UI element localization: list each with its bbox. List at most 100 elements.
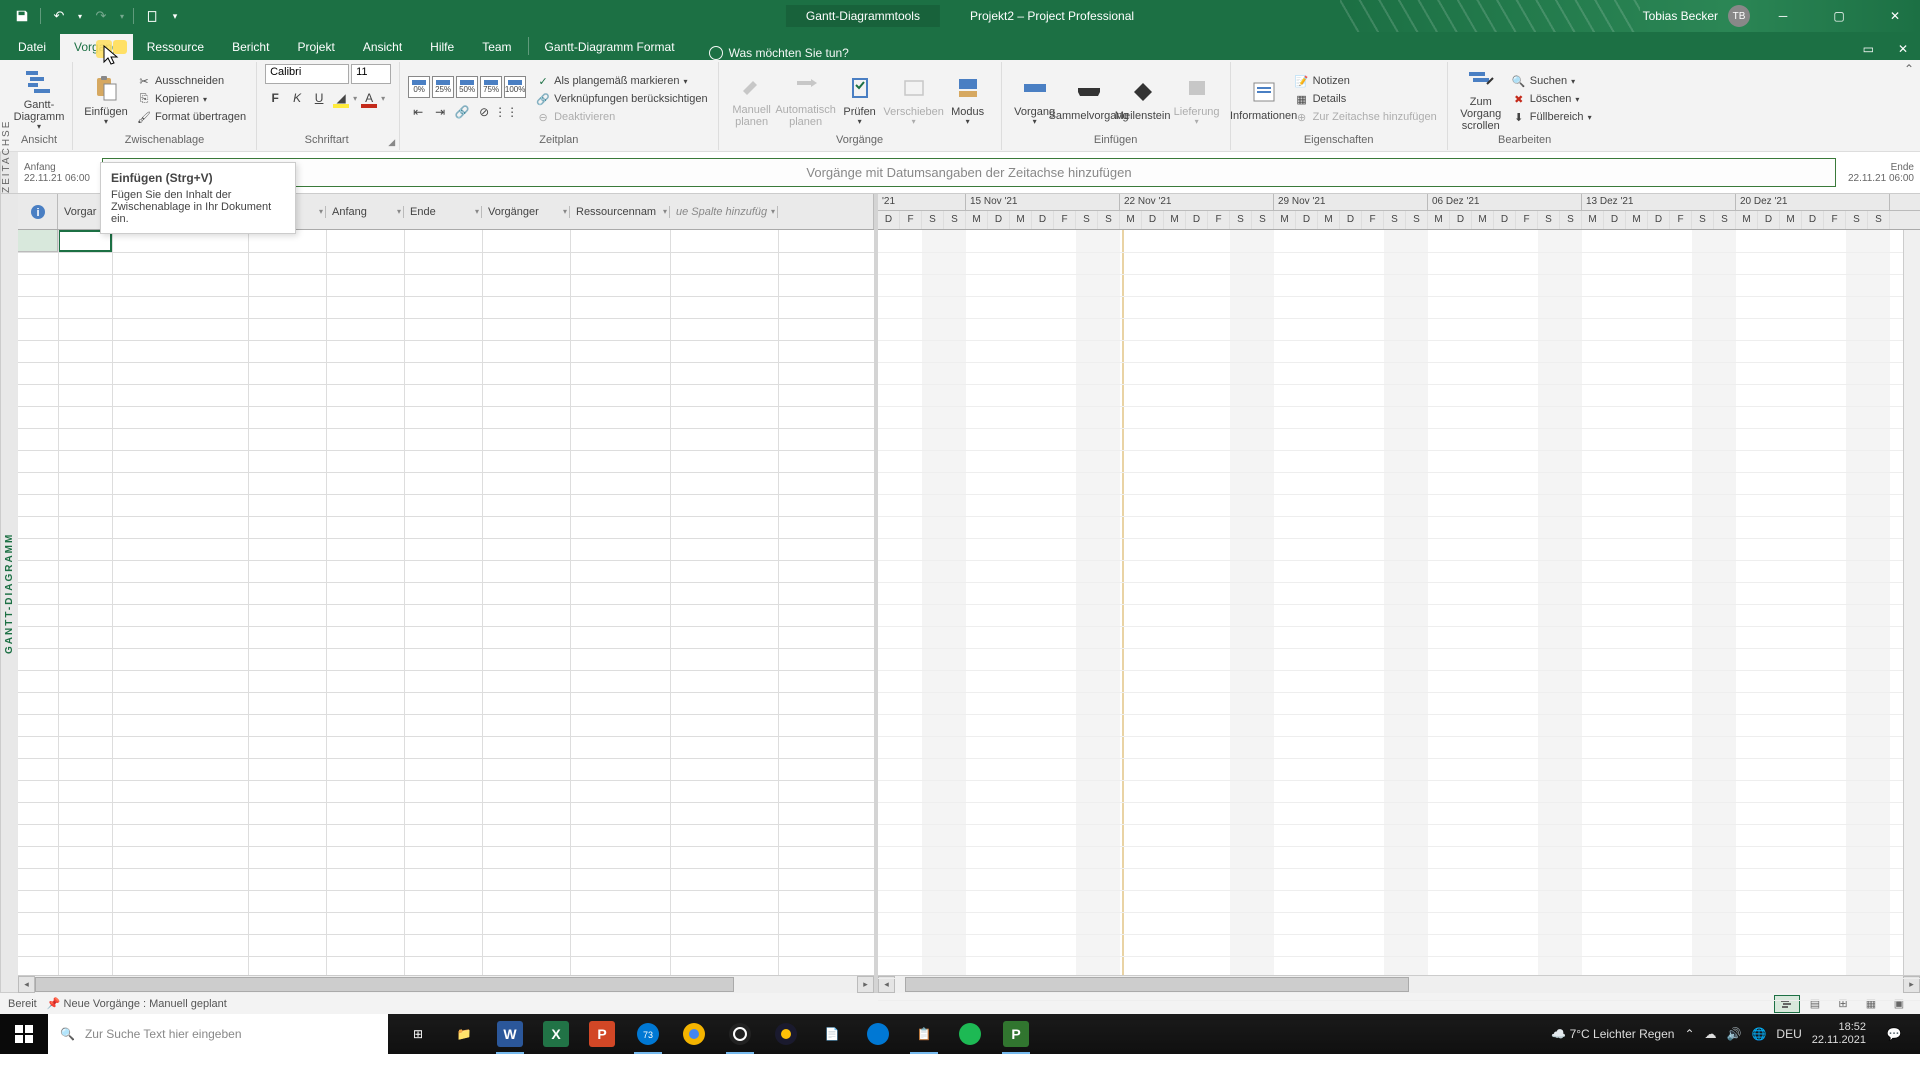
column-header[interactable]: ue Spalte hinzufüg▾ [670, 206, 778, 218]
column-header[interactable]: Anfang▾ [326, 206, 404, 218]
italic-button[interactable]: K [287, 88, 307, 108]
view-team-planner[interactable]: ⊞ [1830, 995, 1856, 1013]
undo-button[interactable]: ↶ [47, 4, 71, 28]
window-close[interactable]: ✕ [1890, 38, 1916, 60]
tell-me-search[interactable]: Was möchten Sie tun? [709, 46, 849, 60]
column-header[interactable]: Ressourcennam▾ [570, 206, 670, 218]
tray-volume[interactable]: 🔊 [1727, 1027, 1742, 1041]
tab-hilfe[interactable]: Hilfe [416, 34, 468, 60]
font-color-button[interactable]: A [359, 88, 379, 108]
indent-button[interactable]: ⇥ [430, 102, 450, 122]
zeitachse-button[interactable]: ⊕Zur Zeitachse hinzufügen [1293, 109, 1439, 125]
user-avatar[interactable]: TB [1728, 5, 1750, 27]
pct-0[interactable]: 0% [408, 76, 430, 98]
sammelvorgang-button[interactable]: Sammelvorgang [1064, 66, 1114, 132]
format-uebertragen-button[interactable]: 🖌Format übertragen [135, 109, 248, 125]
ausschneiden-button[interactable]: ✂Ausschneiden [135, 73, 248, 89]
timeline-tab[interactable]: ZEITACHSE [0, 152, 18, 193]
verknuepfungen-button[interactable]: 🔗Verknüpfungen berücksichtigen [534, 91, 710, 107]
scroll-right[interactable]: ▸ [857, 976, 874, 993]
manuell-planen-button[interactable]: Manuell planen [727, 66, 777, 132]
link-button[interactable]: 🔗 [452, 102, 472, 122]
gantt-vertical-scrollbar[interactable] [1903, 230, 1920, 975]
fuellbereich-button[interactable]: ⬇Füllbereich ▾ [1510, 109, 1594, 125]
undo-dropdown[interactable]: ▾ [75, 4, 85, 28]
column-header[interactable]: Ende▾ [404, 206, 482, 218]
notepad-app[interactable]: 📋 [902, 1014, 946, 1054]
pct-100[interactable]: 100% [504, 76, 526, 98]
pct-50[interactable]: 50% [456, 76, 478, 98]
tab-gantt-format[interactable]: Gantt-Diagramm Format [531, 34, 689, 60]
tab-projekt[interactable]: Projekt [283, 34, 348, 60]
gantt-body[interactable] [878, 230, 1920, 975]
row-selector[interactable] [18, 230, 58, 252]
unlink-button[interactable]: ⊘ [474, 102, 494, 122]
redo-dropdown[interactable]: ▾ [117, 4, 127, 28]
view-gantt[interactable] [1774, 995, 1800, 1013]
informationen-button[interactable]: Informationen [1239, 66, 1289, 132]
status-new-tasks[interactable]: 📌 Neue Vorgänge : Manuell geplant [47, 997, 227, 1010]
tab-ansicht[interactable]: Ansicht [349, 34, 416, 60]
fill-color-button[interactable]: ◢ [331, 88, 351, 108]
gantt-horizontal-scrollbar[interactable]: ◂ ▸ [878, 975, 1920, 992]
einfuegen-button[interactable]: Einfügen▾ [81, 66, 131, 132]
tray-onedrive[interactable]: ☁ [1705, 1027, 1717, 1041]
spotify-app[interactable] [948, 1014, 992, 1054]
start-button[interactable] [0, 1014, 48, 1054]
als-plangemaess-button[interactable]: ✓Als plangemäß markieren ▾ [534, 73, 710, 89]
kopieren-button[interactable]: ⎘Kopieren ▾ [135, 91, 248, 107]
outdent-button[interactable]: ⇤ [408, 102, 428, 122]
meilenstein-button[interactable]: Meilenstein [1118, 66, 1168, 132]
font-size-combo[interactable]: 11 [351, 64, 391, 84]
grid-rows[interactable] [18, 230, 874, 975]
taskbar-clock[interactable]: 18:52 22.11.2021 [1812, 1021, 1866, 1047]
underline-button[interactable]: U [309, 88, 329, 108]
grid-horizontal-scrollbar[interactable]: ◂ ▸ [18, 975, 874, 992]
tab-bericht[interactable]: Bericht [218, 34, 283, 60]
column-header[interactable]: Vorgänger▾ [482, 206, 570, 218]
excel-app[interactable]: X [534, 1014, 578, 1054]
pruefen-button[interactable]: Prüfen▾ [835, 66, 885, 132]
app-yellow[interactable] [764, 1014, 808, 1054]
tab-team[interactable]: Team [468, 34, 525, 60]
minimize-button[interactable]: ─ [1760, 0, 1806, 32]
vorgang-button[interactable]: Vorgang▾ [1010, 66, 1060, 132]
close-button[interactable]: ✕ [1872, 0, 1918, 32]
word-app[interactable]: W [488, 1014, 532, 1054]
user-name[interactable]: Tobias Becker [1643, 9, 1718, 23]
file-explorer[interactable]: 📁 [442, 1014, 486, 1054]
action-center[interactable]: 💬 [1876, 1014, 1912, 1054]
chrome-app[interactable] [672, 1014, 716, 1054]
save-button[interactable] [10, 4, 34, 28]
view-report[interactable]: ▣ [1886, 995, 1912, 1013]
redo-button[interactable]: ↷ [89, 4, 113, 28]
font-name-combo[interactable]: Calibri [265, 64, 349, 84]
timeline-body[interactable]: Vorgänge mit Datumsangaben der Zeitachse… [102, 158, 1836, 187]
qa-customize[interactable]: ▾ [168, 4, 182, 28]
edge-app[interactable]: 73 [626, 1014, 670, 1054]
tab-datei[interactable]: Datei [4, 34, 60, 60]
split-button[interactable]: ⋮⋮ [496, 102, 516, 122]
taskbar-search[interactable]: 🔍 Zur Suche Text hier eingeben [48, 1014, 388, 1054]
automatisch-planen-button[interactable]: Automatisch planen [781, 66, 831, 132]
project-app[interactable]: P [994, 1014, 1038, 1054]
task-view[interactable]: ⊞ [396, 1014, 440, 1054]
app-doc[interactable]: 📄 [810, 1014, 854, 1054]
gantt-timescale[interactable]: '2115 Nov '2122 Nov '2129 Nov '2106 Dez … [878, 194, 1920, 230]
edge-browser[interactable] [856, 1014, 900, 1054]
ribbon-display-options[interactable]: ▭ [1855, 38, 1882, 60]
pct-75[interactable]: 75% [480, 76, 502, 98]
tray-network[interactable]: 🌐 [1751, 1027, 1766, 1041]
tray-chevron[interactable]: ⌃ [1684, 1027, 1694, 1041]
suchen-button[interactable]: 🔍Suchen ▾ [1510, 73, 1594, 89]
new-button[interactable] [140, 4, 164, 28]
zum-vorgang-scrollen-button[interactable]: Zum Vorgang scrollen [1456, 66, 1506, 132]
notizen-button[interactable]: 📝Notizen [1293, 73, 1439, 89]
gantt-diagramm-button[interactable]: Gantt-Diagramm▾ [14, 66, 64, 132]
scroll-left[interactable]: ◂ [18, 976, 35, 993]
modus-button[interactable]: Modus▾ [943, 66, 993, 132]
view-task-usage[interactable]: ▤ [1802, 995, 1828, 1013]
tab-vorgang[interactable]: Vorgang [60, 34, 133, 60]
weather-widget[interactable]: ☁️ 7°C Leichter Regen [1551, 1027, 1674, 1041]
column-indicators[interactable]: i [18, 194, 58, 229]
